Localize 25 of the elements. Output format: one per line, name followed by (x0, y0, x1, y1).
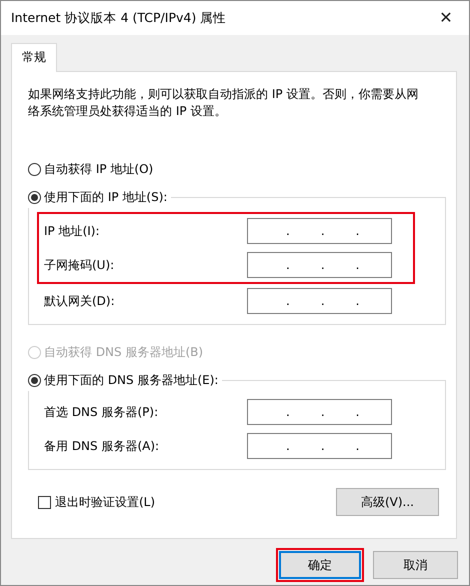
close-button[interactable]: ✕ (423, 1, 469, 35)
field-label: 首选 DNS 服务器(P): (44, 404, 158, 421)
field-label: 备用 DNS 服务器(A): (44, 438, 160, 455)
dialog-button[interactable]: 取消 (373, 551, 458, 579)
description-text: 如果网络支持此功能，则可以获取自动指派的 IP 设置。否则，你需要从网络系统管理员处获得适当的 IP 设置。 (28, 86, 420, 120)
ip-address-field[interactable]: . . . (247, 218, 392, 244)
radio-button[interactable] (28, 162, 41, 176)
ip-address-field[interactable]: . . . (247, 288, 392, 314)
advanced-button[interactable]: 高级(V)... (336, 488, 439, 516)
radio-label[interactable]: 自动获得 IP 地址(O) (44, 160, 154, 178)
field-label: 子网掩码(U): (44, 257, 114, 274)
field-label: 默认网关(D): (44, 293, 115, 310)
radio-label[interactable]: 使用下面的 IP 地址(S): (44, 188, 168, 206)
dialog-button[interactable]: 确定 (279, 551, 361, 579)
ip-address-field[interactable]: . . . (247, 433, 392, 459)
ip-address-field[interactable]: . . . (247, 252, 392, 278)
tab[interactable]: 常规 (11, 43, 57, 72)
radio-label[interactable]: 使用下面的 DNS 服务器地址(E): (44, 371, 218, 389)
checkbox[interactable] (38, 496, 51, 508)
field-label: IP 地址(I): (44, 223, 100, 240)
radio-button[interactable] (28, 190, 41, 204)
checkbox-label[interactable]: 退出时验证设置(L) (55, 493, 156, 511)
radio-button[interactable] (28, 374, 41, 386)
ip-address-field[interactable]: . . . (247, 399, 392, 425)
window-title: Internet 协议版本 4 (TCP/IPv4) 属性 (11, 8, 226, 27)
